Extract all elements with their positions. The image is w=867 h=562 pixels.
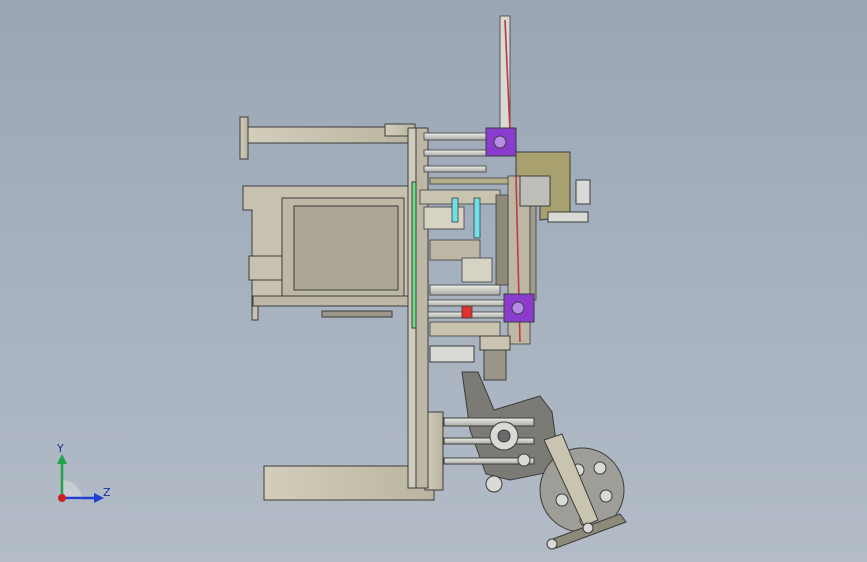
y-axis-arrow — [57, 454, 67, 464]
cad-model-view[interactable] — [0, 0, 867, 562]
motor-bottom — [503, 293, 535, 323]
lower-mechanism — [443, 371, 561, 493]
cad-viewport[interactable]: Y Z — [0, 0, 867, 562]
top-leg-assembly — [239, 116, 416, 160]
flywheel-assembly — [539, 433, 627, 550]
orientation-triad — [57, 454, 104, 503]
y-axis-label: Y — [57, 442, 64, 455]
motor-top — [485, 127, 517, 157]
main-vertical-plate — [407, 127, 429, 489]
origin-dot — [58, 494, 66, 502]
tray-assembly — [242, 185, 414, 321]
z-axis-label: Z — [103, 486, 111, 499]
